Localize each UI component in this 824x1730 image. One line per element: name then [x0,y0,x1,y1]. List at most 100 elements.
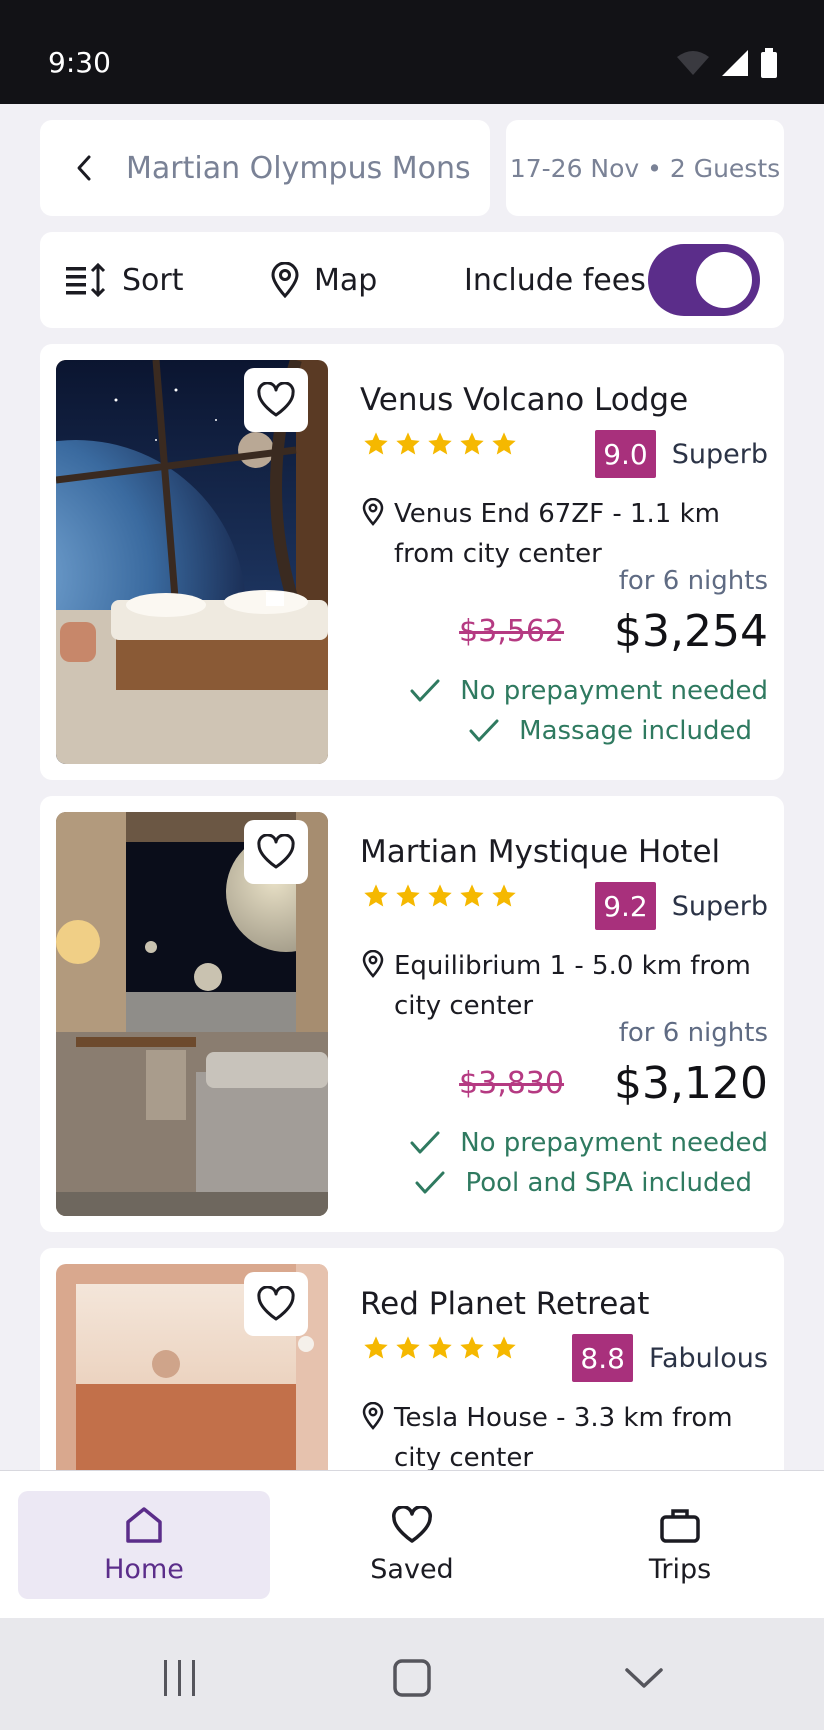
review-score: 9.2 [595,882,656,930]
briefcase-icon [660,1508,700,1543]
address-text: Tesla House - 3.3 km from city center [394,1403,733,1473]
heart-icon [257,1286,295,1321]
star-icon [364,1336,388,1359]
hotel-photo [56,360,328,764]
discounted-price: $3,120 [614,1058,768,1109]
hotel-name[interactable]: Red Planet Retreat [360,1286,649,1322]
dates-guests-selector[interactable]: 17-26 Nov • 2 Guests [506,120,784,216]
nav-home-label: Home [104,1553,184,1585]
hotel-card[interactable]: Martian Mystique Hotel 9.2 Superb Equili… [40,796,784,1232]
star-icon [492,432,516,455]
star-icon [364,432,388,455]
nav-trips[interactable]: Trips [554,1491,806,1599]
nav-trips-label: Trips [648,1553,712,1585]
sort-button[interactable]: Sort [66,232,184,328]
star-icon [428,1336,452,1359]
discounted-price: $3,254 [614,606,768,657]
recent-apps-icon [164,1660,195,1696]
perk-item: Massage included [469,716,752,746]
map-label: Map [314,262,378,298]
price-row: $3,830 $3,120 [459,1058,768,1109]
include-fees-toggle[interactable] [648,244,760,316]
sort-icon [66,263,106,297]
address-text: Equilibrium 1 - 5.0 km from city center [394,951,751,1021]
location-pin-icon [362,498,384,526]
map-button[interactable]: Map [270,232,377,328]
hotel-name[interactable]: Venus Volcano Lodge [360,382,688,418]
hotel-address: Equilibrium 1 - 5.0 km from city center [362,946,762,1026]
toggle-knob [696,252,752,308]
review-score: 8.8 [572,1334,633,1382]
chevron-left-icon [77,155,91,181]
review-score-label: Superb [671,438,768,470]
perk-text: Massage included [519,716,752,746]
hotel-address: Venus End 67ZF - 1.1 km from city center [362,494,762,574]
star-icon [492,1336,516,1359]
perk-item: No prepayment needed [410,676,768,706]
star-rating [362,430,518,458]
stay-length: for 6 nights [618,566,768,596]
review-rating: 9.2 Superb [595,882,768,930]
heart-icon [392,1505,432,1543]
dates-guests-text: 17-26 Nov • 2 Guests [509,153,781,183]
star-icon [492,884,516,907]
system-navigation-bar [0,1618,824,1730]
sort-label: Sort [122,262,184,298]
star-icon [460,884,484,907]
star-icon [428,884,452,907]
hotel-name[interactable]: Martian Mystique Hotel [360,834,720,870]
price-row: $3,562 $3,254 [459,606,768,657]
filter-toolbar: Sort Map Include fees [40,232,784,328]
favorite-button[interactable] [244,368,308,432]
status-bar: 9:30 [0,0,824,104]
recent-apps-button[interactable] [150,1648,210,1708]
location-pin-icon [362,950,384,978]
review-rating: 8.8 Fabulous [572,1334,768,1382]
review-score: 9.0 [595,430,656,478]
wifi-icon [677,51,709,75]
nav-saved-label: Saved [370,1553,454,1585]
hotel-address: Tesla House - 3.3 km from city center [362,1398,762,1478]
home-system-button[interactable] [382,1648,442,1708]
status-time: 9:30 [48,46,111,79]
home-icon [126,1506,162,1543]
back-system-button[interactable] [614,1648,674,1708]
original-price: $3,830 [459,1066,565,1101]
perk-text: Pool and SPA included [465,1168,752,1198]
star-icon [396,432,420,455]
home-square-icon [393,1659,431,1697]
review-score-label: Superb [671,890,768,922]
perk-text: No prepayment needed [460,1128,768,1158]
heart-icon [257,382,295,417]
checkmark-icon [415,1171,445,1194]
hotel-card[interactable]: Venus Volcano Lodge 9.0 Superb Venus End… [40,344,784,780]
checkmark-icon [410,1131,440,1154]
checkmark-icon [410,679,440,702]
review-score-label: Fabulous [648,1342,768,1374]
hotel-photo [56,812,328,1216]
status-icons [676,48,778,78]
signal-icon [722,50,748,76]
nav-home[interactable]: Home [18,1491,270,1599]
include-fees-label: Include fees [464,262,646,298]
back-button[interactable] [64,148,104,188]
review-rating: 9.0 Superb [595,430,768,478]
checkmark-icon [469,719,499,742]
star-rating [362,882,518,910]
star-icon [460,432,484,455]
star-icon [396,884,420,907]
nav-saved[interactable]: Saved [286,1491,538,1599]
destination-text: Martian Olympus Mons [126,150,471,186]
battery-icon [761,48,777,78]
destination-search[interactable]: Martian Olympus Mons [40,120,490,216]
star-icon [364,884,388,907]
star-icon [460,1336,484,1359]
star-icon [396,1336,420,1359]
original-price: $3,562 [459,614,565,649]
favorite-button[interactable] [244,1272,308,1336]
location-pin-icon [362,1402,384,1430]
perk-item: Pool and SPA included [415,1168,752,1198]
heart-icon [257,834,295,869]
stay-length: for 6 nights [618,1018,768,1048]
favorite-button[interactable] [244,820,308,884]
